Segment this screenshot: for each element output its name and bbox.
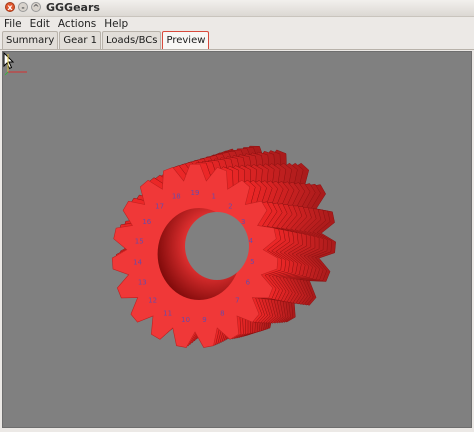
minimize-window-icon[interactable]: - — [18, 2, 28, 12]
tooth-label: 18 — [172, 193, 181, 201]
tooth-label: 1 — [211, 193, 215, 201]
axis-triad-icon — [4, 54, 27, 76]
tooth-label: 8 — [220, 309, 224, 317]
preview-3d-viewport[interactable]: 1 2 3 4 5 6 7 8 9 10 11 12 13 14 15 16 17 18 19 — [2, 51, 472, 428]
close-window-icon[interactable]: x — [5, 2, 15, 12]
tooth-label: 4 — [249, 237, 254, 245]
tooth-label: 15 — [135, 237, 144, 245]
tooth-label: 10 — [181, 316, 190, 324]
tab-gear-1[interactable]: Gear 1 — [59, 31, 102, 49]
tooth-label: 13 — [138, 279, 147, 287]
tooth-label: 12 — [148, 296, 157, 304]
tooth-label: 5 — [250, 258, 254, 266]
tooth-label: 2 — [228, 203, 232, 211]
tooth-label: 16 — [142, 218, 151, 226]
tab-summary[interactable]: Summary — [2, 31, 59, 49]
tooth-label: 17 — [155, 203, 164, 211]
gear-bore-opening — [185, 212, 249, 280]
gear-render: 123456789101112131415161718 19 — [111, 145, 336, 348]
menu-bar: File Edit Actions Help — [0, 16, 474, 31]
tooth-label: 9 — [202, 316, 206, 324]
menu-edit[interactable]: Edit — [26, 18, 54, 30]
title-bar: x - ^ GGGears — [0, 0, 474, 17]
window-title: GGGears — [46, 1, 100, 14]
menu-help[interactable]: Help — [100, 18, 132, 30]
tooth-label: 14 — [133, 258, 142, 266]
tooth-label: 6 — [246, 279, 251, 287]
maximize-window-icon[interactable]: ^ — [31, 2, 41, 12]
tooth-label: 7 — [235, 296, 239, 304]
tooth-label: 3 — [241, 218, 245, 226]
menu-actions[interactable]: Actions — [54, 18, 100, 30]
tab-loads-bcs[interactable]: Loads/BCs — [102, 31, 162, 49]
tab-preview[interactable]: Preview — [162, 31, 210, 49]
menu-file[interactable]: File — [0, 18, 26, 30]
tooth-label: 11 — [163, 309, 172, 317]
tooth-label: 19 — [191, 189, 200, 197]
tab-bar: Summary Gear 1 Loads/BCs Preview — [0, 31, 474, 50]
